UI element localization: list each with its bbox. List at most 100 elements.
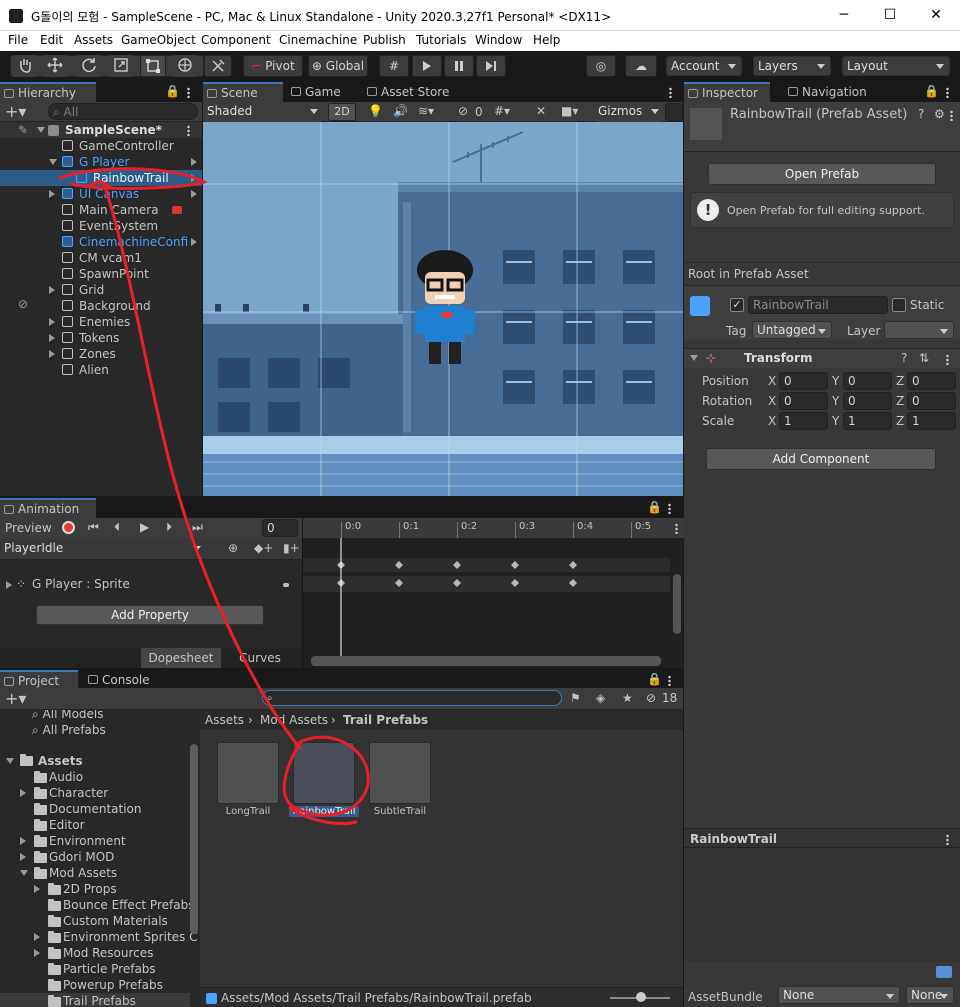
tools-icon[interactable]: ✕ [536,104,546,118]
hierarchy-item[interactable]: UI Canvas [0,186,202,202]
inspector-menu-icon[interactable] [946,87,949,98]
add-property-button[interactable]: Add Property [36,605,264,625]
account-dropdown[interactable]: Account [666,56,742,76]
hidden-visibility-icon[interactable]: ⊘ [18,297,28,311]
active-checkbox[interactable]: ✓ [730,298,744,312]
inspector-lock-icon[interactable]: 🔒 [924,84,939,98]
expand-icon[interactable] [49,350,55,358]
transform-expand-icon[interactable] [690,355,698,361]
project-create-button[interactable]: +▾ [5,689,26,708]
expand-icon[interactable] [20,870,28,876]
open-prefab-arrow-icon[interactable] [191,190,197,198]
camera-icon[interactable]: ■▾ [561,104,578,118]
project-menu-icon[interactable] [668,675,671,686]
collab-button[interactable]: ◎ [586,55,616,77]
hierarchy-item[interactable]: GameController [0,138,202,154]
hierarchy-menu-icon[interactable] [187,87,190,98]
asset-thumb-subtletrail[interactable] [369,742,431,804]
scene-search-input[interactable] [665,103,683,121]
menu-file[interactable]: File [8,33,28,47]
breadcrumb-mod-assets[interactable]: Mod Assets [260,713,328,727]
hierarchy-item[interactable]: Main Camera [0,202,202,218]
tab-inspector[interactable]: Inspector [684,82,770,102]
project-search-input[interactable]: ⌕ [262,690,562,706]
position-y-field[interactable]: 0 [843,372,892,390]
step-button[interactable] [476,55,506,77]
transform-tool-icon[interactable] [172,55,198,77]
next-key-icon[interactable]: ⏵ [166,520,172,535]
gameobject-name-field[interactable]: RainbowTrail [748,296,888,314]
menu-help[interactable]: Help [533,33,560,47]
project-lock-icon[interactable]: 🔒 [647,672,662,686]
filter-label-icon[interactable]: ◈ [596,691,605,705]
hierarchy-item[interactable]: EventSystem [0,218,202,234]
vertical-scrollbar[interactable] [673,574,681,634]
folder-item[interactable]: 2D Props [0,881,190,897]
expand-icon[interactable] [20,837,26,845]
play-button[interactable] [412,55,442,77]
breadcrumb-assets[interactable]: Assets [205,713,244,727]
maximize-button[interactable]: ☐ [868,4,912,26]
effects-icon[interactable]: ≋▾ [418,104,434,118]
add-keyframe-icon[interactable]: ⊕ [228,541,238,555]
scene-row[interactable]: ✎ SampleScene* [0,122,202,138]
audio-icon[interactable]: 🔊 [393,104,408,118]
add-component-button[interactable]: Add Component [706,448,936,470]
property-expand-icon[interactable] [6,581,12,589]
pause-button[interactable] [444,55,474,77]
dopesheet-menu-icon[interactable] [675,523,678,534]
tree-scrollbar[interactable] [190,744,198,934]
gizmos-dropdown[interactable]: Gizmos [594,102,664,122]
record-icon[interactable] [62,521,75,534]
settings-icon[interactable]: ⚙ [934,107,945,121]
open-prefab-arrow-icon[interactable] [191,174,197,182]
scene-view[interactable] [203,122,683,496]
preview-toggle[interactable]: Preview [5,521,52,535]
dopesheet-area[interactable]: 0:0 0:1 0:2 0:3 0:4 0:5 [302,518,684,668]
asset-thumb-rainbowtrail[interactable] [293,742,355,804]
tab-scene[interactable]: Scene [203,82,283,102]
folder-item[interactable]: Mod Resources [0,945,190,961]
position-z-field[interactable]: 0 [907,372,956,390]
folder-item[interactable]: Environment Sprites C [0,929,197,945]
scene-menu-icon[interactable] [187,125,190,136]
create-button[interactable]: +▾ [5,102,26,121]
layout-dropdown[interactable]: Layout [842,56,950,76]
asset-label-longtrail[interactable]: LongTrail [217,806,279,817]
favorite-all-models[interactable]: ⌕ All Models [32,710,104,722]
tab-animation[interactable]: Animation [0,498,96,518]
add-event-icon[interactable]: ◆+ [254,541,273,555]
hierarchy-item[interactable]: Alien [0,362,202,378]
asset-menu-icon[interactable] [950,110,953,121]
rect-tool-icon[interactable] [140,55,166,77]
folder-item[interactable]: Particle Prefabs [0,961,190,977]
help-icon[interactable]: ? [918,107,924,121]
scale-y-field[interactable]: 1 [843,412,892,430]
rotation-y-field[interactable]: 0 [843,392,892,410]
hidden-packages-icon[interactable]: ⊘ [646,691,656,705]
hierarchy-item[interactable]: CinemachineConfi [0,234,202,250]
curves-tab[interactable]: Curves [225,648,295,668]
asset-label-subtletrail[interactable]: SubtleTrail [369,806,431,817]
menu-edit[interactable]: Edit [40,33,63,47]
expand-icon[interactable] [49,318,55,326]
expand-icon[interactable] [34,949,40,957]
hierarchy-item[interactable]: Tokens [0,330,202,346]
hierarchy-item[interactable]: SpawnPoint [0,266,202,282]
minimize-button[interactable]: ─ [822,4,866,26]
label-tag-icon[interactable] [936,966,952,978]
hierarchy-item[interactable]: CM vcam1 [0,250,202,266]
transform-header[interactable]: ⊹ Transform ? ⇅ [684,348,960,368]
scale-z-field[interactable]: 1 [907,412,956,430]
pivot-toggle[interactable]: ⌐ Pivot [243,55,303,77]
tag-dropdown[interactable]: Untagged [752,321,832,339]
lighting-icon[interactable]: 💡 [368,104,383,118]
expand-icon[interactable] [20,789,26,797]
expand-icon[interactable] [34,933,40,941]
global-toggle[interactable]: ⊕ Global [308,55,368,77]
tab-project[interactable]: Project [0,670,78,690]
static-checkbox[interactable] [892,298,906,312]
favorite-icon[interactable]: ★ [622,691,633,705]
property-row[interactable]: ⁘ G Player : Sprite [0,576,302,594]
animation-menu-icon[interactable] [668,503,671,514]
